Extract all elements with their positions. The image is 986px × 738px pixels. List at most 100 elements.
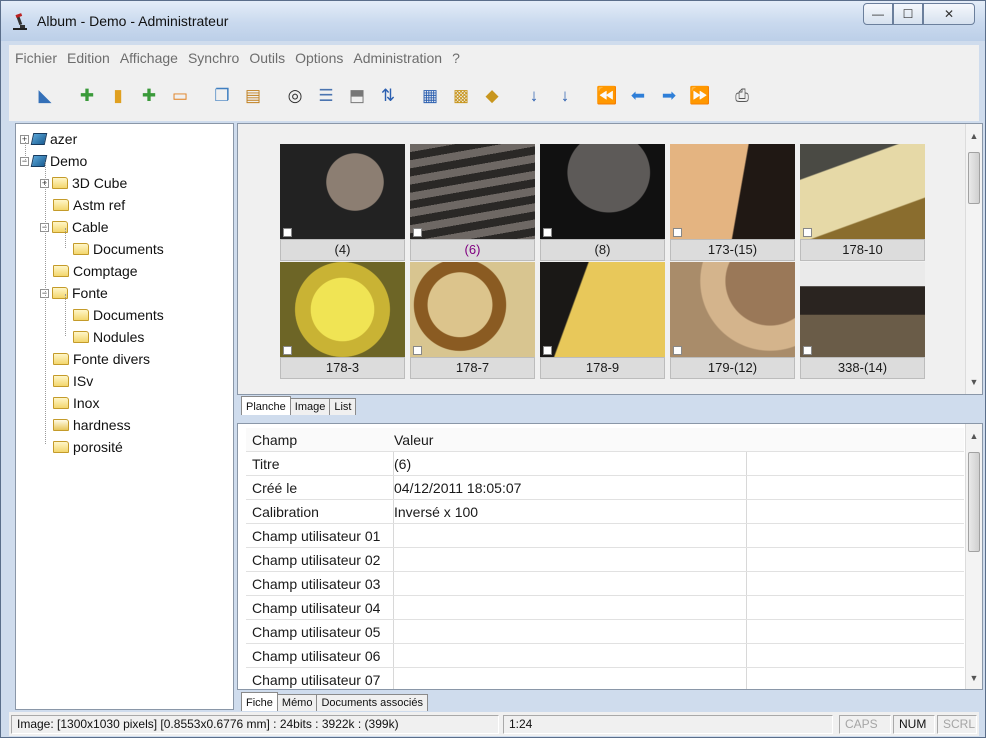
tree-node[interactable]: porosité [40, 436, 123, 458]
tree-node[interactable]: Documents [60, 304, 164, 326]
add-folder-button[interactable]: ✚ [73, 81, 101, 111]
thumbnail[interactable]: 179-(12) [670, 262, 795, 380]
header-champ[interactable]: Champ [252, 432, 297, 448]
tag-button[interactable]: ◆ [478, 81, 506, 111]
property-row[interactable]: Titre (6) [246, 452, 964, 476]
sort-asc-button[interactable]: ↓ [520, 81, 548, 111]
thumbnail[interactable]: (6) [410, 144, 535, 262]
album-tree[interactable]: + azer − Demo +3D Cube Astm ref − Cable Document… [15, 123, 234, 710]
thumbnail[interactable]: 178-10 [800, 144, 925, 262]
tree-node[interactable]: Astm ref [40, 194, 125, 216]
number-button[interactable]: ▦ [416, 81, 444, 111]
paste-button[interactable]: ▤ [239, 81, 267, 111]
thumbnail-checkbox[interactable] [803, 346, 812, 355]
add-page-button[interactable]: ✚ [135, 81, 163, 111]
property-value[interactable]: (6) [394, 456, 411, 472]
minimize-button[interactable]: — [863, 3, 893, 25]
scroll-down-icon[interactable]: ▼ [966, 670, 982, 686]
properties-grid[interactable]: ▲ ▼ Champ Valeur Titre (6) Créé le 04/12/2011… [237, 423, 983, 690]
export-button[interactable]: ⬒ [343, 81, 371, 111]
property-row[interactable]: Champ utilisateur 05 [246, 620, 964, 644]
tab-detail-1[interactable]: Mémo [276, 694, 318, 711]
tab-view-0[interactable]: Planche [241, 396, 291, 415]
thumbnail-checkbox[interactable] [413, 346, 422, 355]
tree-node[interactable]: − Demo [20, 150, 87, 172]
remove-page-button[interactable]: ▭ [166, 81, 194, 111]
tree-node[interactable]: hardness [40, 414, 131, 436]
property-row[interactable]: Champ utilisateur 07 [246, 668, 964, 689]
thumbnail-checkbox[interactable] [543, 228, 552, 237]
close-button[interactable]: ✕ [923, 3, 975, 25]
scroll-thumb[interactable] [968, 152, 980, 204]
property-row[interactable]: Champ utilisateur 01 [246, 524, 964, 548]
header-valeur[interactable]: Valeur [394, 432, 433, 448]
tab-detail-2[interactable]: Documents associés [316, 694, 428, 711]
thumbnail-scrollbar[interactable]: ▲ ▼ [965, 124, 982, 394]
menu-item-0[interactable]: Fichier [15, 50, 57, 66]
tree-node[interactable]: + azer [20, 128, 77, 150]
property-row[interactable]: Champ utilisateur 02 [246, 548, 964, 572]
last-button[interactable]: ⏩ [686, 81, 714, 111]
properties-scrollbar[interactable]: ▲ ▼ [965, 424, 982, 689]
properties-button[interactable]: ☰ [312, 81, 340, 111]
thumbnail[interactable]: 178-9 [540, 262, 665, 380]
thumbnail-checkbox[interactable] [413, 228, 422, 237]
menu-item-3[interactable]: Synchro [188, 50, 239, 66]
property-row[interactable]: Créé le 04/12/2011 18:05:07 [246, 476, 964, 500]
thumbnail[interactable]: 178-7 [410, 262, 535, 380]
menu-item-1[interactable]: Edition [67, 50, 110, 66]
tree-node[interactable]: Documents [60, 238, 164, 260]
tree-node[interactable]: Nodules [60, 326, 144, 348]
menu-item-6[interactable]: Administration [353, 50, 442, 66]
menu-item-7[interactable]: ? [452, 50, 460, 66]
tree-node[interactable]: − Fonte [40, 282, 108, 304]
thumbnail[interactable]: 178-3 [280, 262, 405, 380]
tab-view-1[interactable]: Image [289, 398, 331, 415]
thumbnail-checkbox[interactable] [803, 228, 812, 237]
tree-node[interactable]: +3D Cube [40, 172, 127, 194]
tree-node[interactable]: Fonte divers [40, 348, 150, 370]
scroll-up-icon[interactable]: ▲ [966, 428, 982, 444]
stack-button[interactable]: ▩ [447, 81, 475, 111]
thumbnail[interactable]: 173-(15) [670, 144, 795, 262]
thumbnail-checkbox[interactable] [283, 346, 292, 355]
property-row[interactable]: Calibration Inversé x 100 [246, 500, 964, 524]
next-button[interactable]: ➡ [655, 81, 683, 111]
property-row[interactable]: Champ utilisateur 03 [246, 572, 964, 596]
previous-button[interactable]: ⬅ [624, 81, 652, 111]
print-button[interactable]: ⎙ [728, 81, 756, 111]
tree-node[interactable]: Comptage [40, 260, 138, 282]
tree-node[interactable]: ISv [40, 370, 93, 392]
copy-button[interactable]: ❐ [208, 81, 236, 111]
first-button[interactable]: ⏪ [593, 81, 621, 111]
property-row[interactable]: Champ utilisateur 04 [246, 596, 964, 620]
thumbnail-checkbox[interactable] [543, 346, 552, 355]
thumbnail-checkbox[interactable] [673, 228, 682, 237]
menu-item-2[interactable]: Affichage [120, 50, 178, 66]
menu-item-5[interactable]: Options [295, 50, 343, 66]
scroll-thumb[interactable] [968, 452, 980, 552]
open-album-button[interactable]: ◣ [31, 81, 59, 111]
sort-az-button[interactable]: ⇅ [374, 81, 402, 111]
thumbnail-checkbox[interactable] [673, 346, 682, 355]
property-row[interactable]: Champ utilisateur 06 [246, 644, 964, 668]
tree-node[interactable]: − Cable [40, 216, 109, 238]
property-value[interactable]: 04/12/2011 18:05:07 [394, 480, 521, 496]
thumbnail[interactable]: (4) [280, 144, 405, 262]
thumbnail[interactable]: (8) [540, 144, 665, 262]
maximize-button[interactable]: ☐ [893, 3, 923, 25]
tree-node[interactable]: Inox [40, 392, 99, 414]
tab-view-2[interactable]: List [329, 398, 357, 415]
scroll-down-icon[interactable]: ▼ [966, 374, 982, 390]
thumbnail-panel[interactable]: ▲ ▼ (4) (6) (8) 173-(15) 178-10 178-3 178-7 178… [237, 123, 983, 395]
find-button[interactable]: ◎ [281, 81, 309, 111]
property-value[interactable]: Inversé x 100 [394, 504, 478, 520]
tab-detail-0[interactable]: Fiche [241, 692, 278, 711]
sort-desc-button[interactable]: ↓ [551, 81, 579, 111]
thumbnail[interactable]: 338-(14) [800, 262, 925, 380]
menu-item-4[interactable]: Outils [249, 50, 285, 66]
thumbnail-checkbox[interactable] [283, 228, 292, 237]
title-bar[interactable]: Album - Demo - Administrateur — ☐ ✕ [1, 1, 985, 41]
folder-button[interactable]: ▮ [104, 81, 132, 111]
scroll-up-icon[interactable]: ▲ [966, 128, 982, 144]
